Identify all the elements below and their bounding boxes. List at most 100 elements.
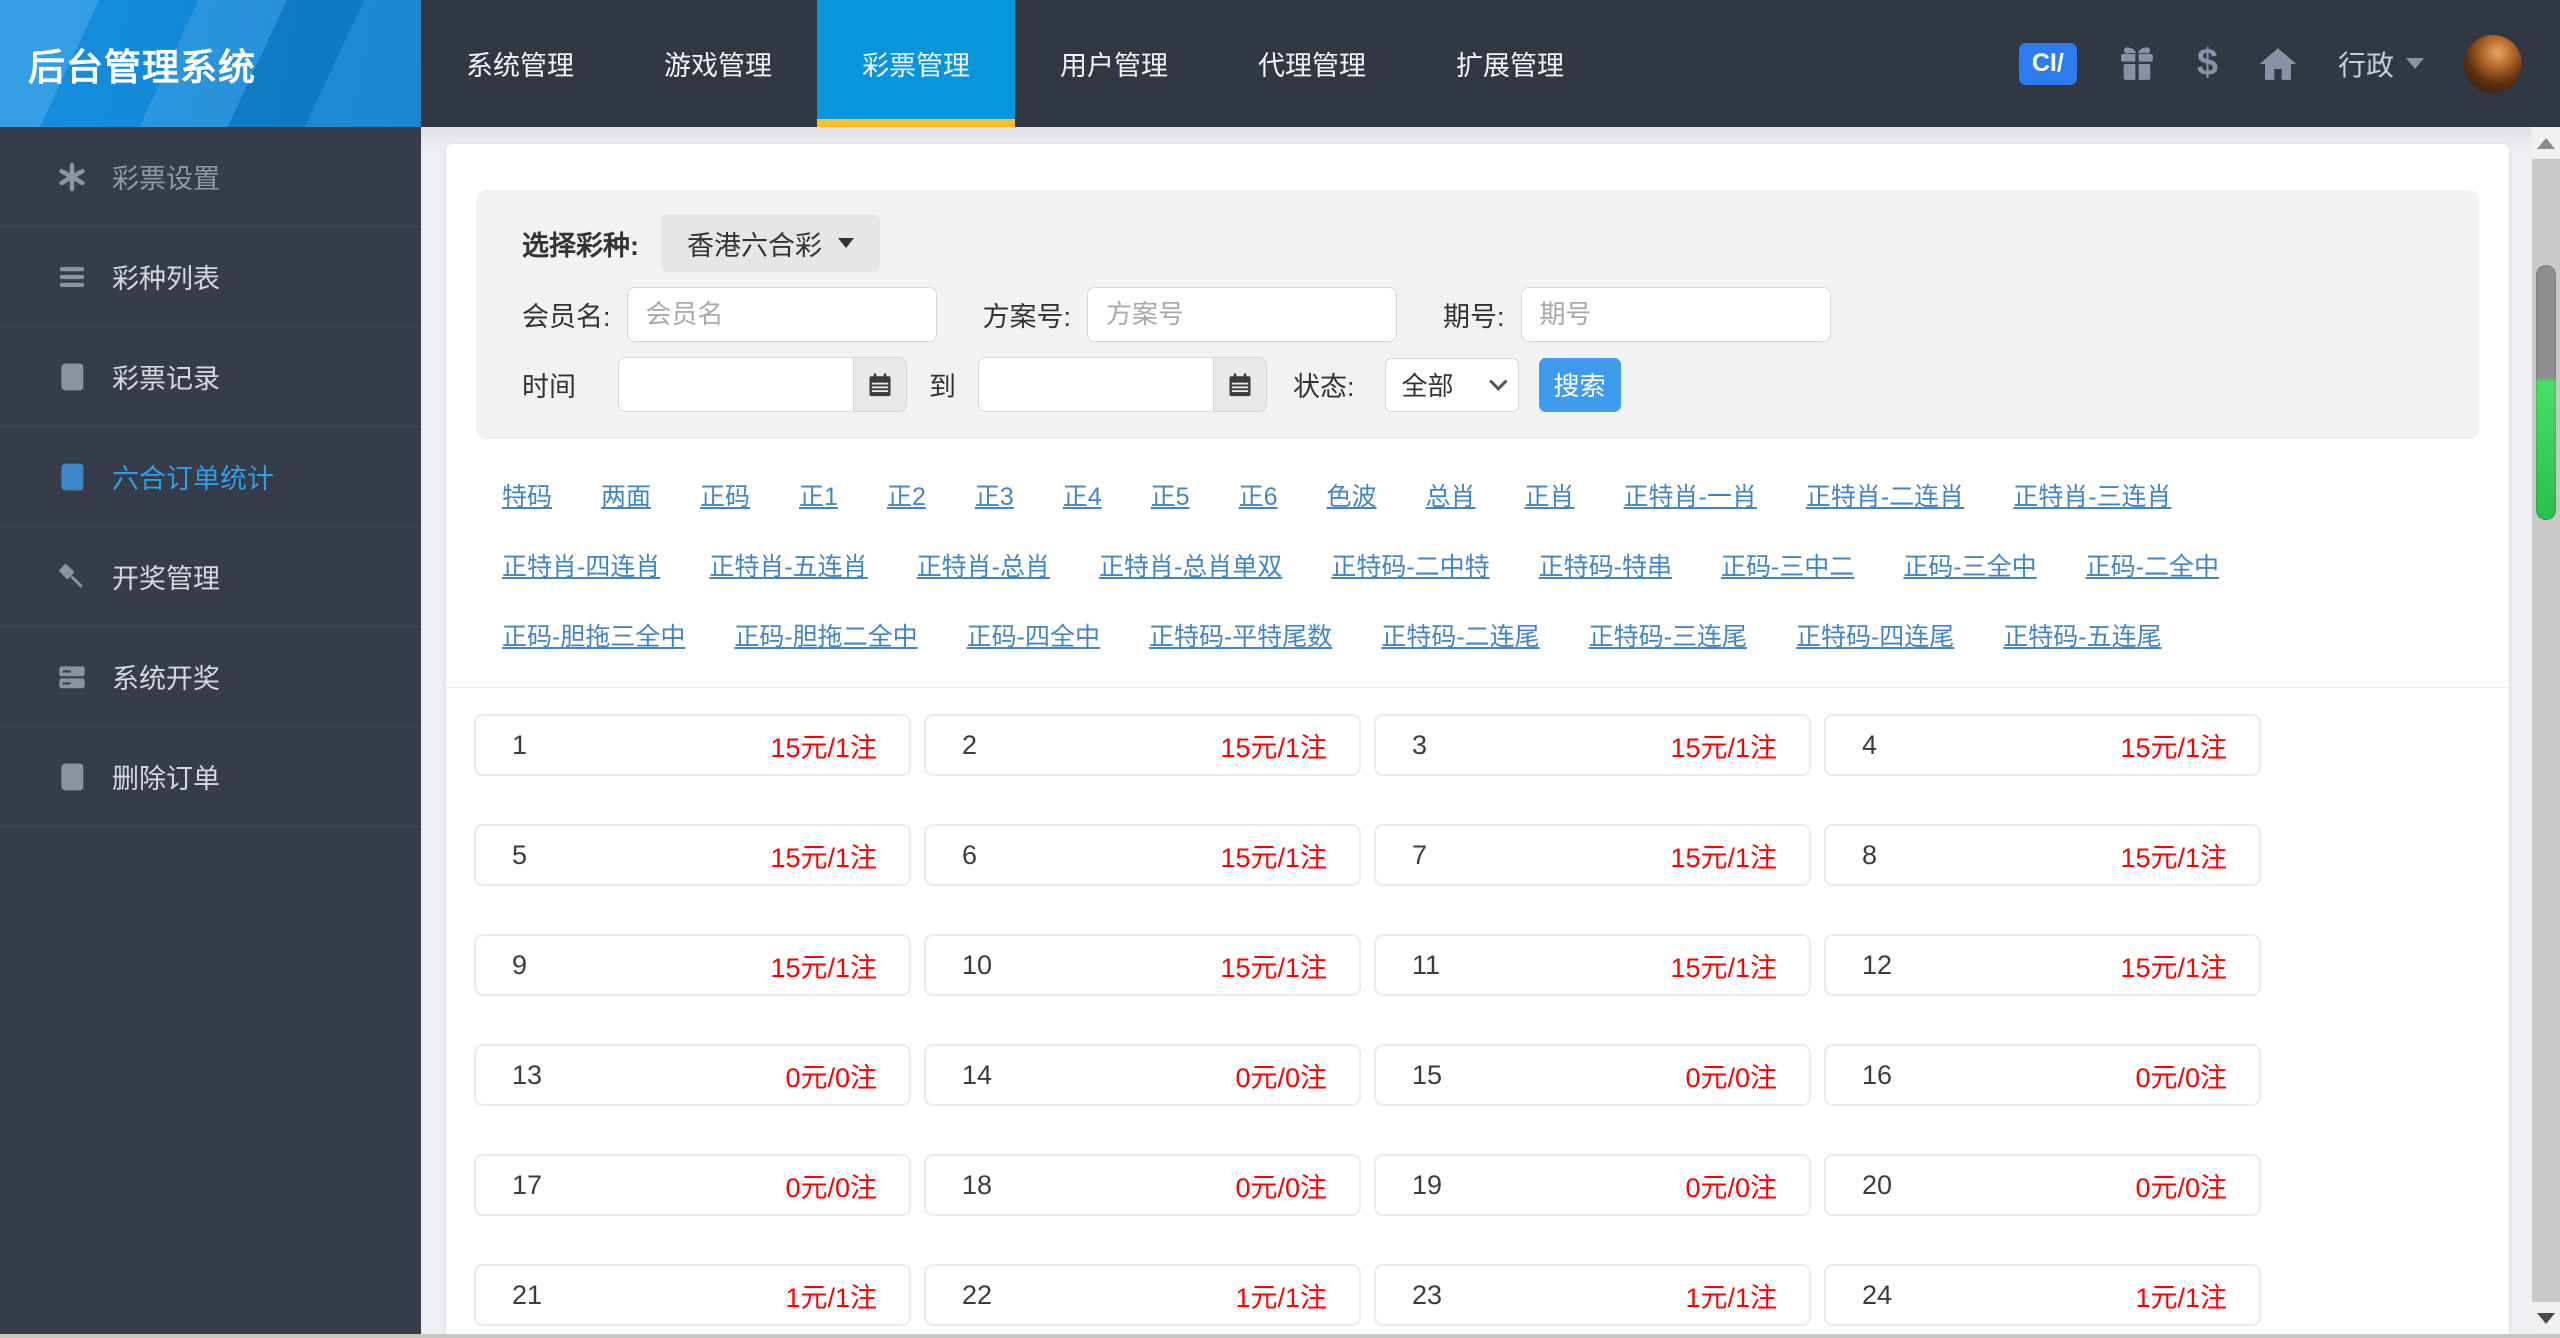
bet-number: 23 (1412, 1279, 1443, 1310)
dollar-icon[interactable]: $ (2197, 42, 2218, 85)
bet-number-cell: 8 15元/1注 (1824, 824, 2261, 886)
status-label: 状态: (1293, 372, 1355, 402)
bet-type-link[interactable]: 正特肖-五连肖 (709, 547, 867, 583)
bet-number: 14 (962, 1059, 993, 1090)
bet-type-link[interactable]: 正3 (975, 477, 1014, 513)
bet-number-cell: 4 15元/1注 (1824, 714, 2261, 776)
bet-type-tabs: 特码 两面 正码 正1 正2 正3 正4 正5 正6 色波 总肖 正肖 正特肖-一肖 正特肖-二连肖 正特肖… (502, 477, 2453, 653)
bet-number-cell: 6 15元/1注 (924, 824, 1361, 886)
sidebar-item[interactable]: 彩种列表 (0, 227, 421, 327)
scrollbar[interactable] (2531, 127, 2560, 1338)
nav-tab[interactable]: 扩展管理 (1411, 0, 1609, 127)
bet-number: 8 (1862, 839, 1878, 870)
status-select[interactable]: 全部 (1384, 357, 1519, 412)
sidebar-item[interactable]: 删除订单 (0, 727, 421, 827)
gift-icon[interactable] (2117, 44, 2157, 84)
bet-type-link[interactable]: 正码-四全中 (967, 617, 1100, 653)
user-menu[interactable]: 行政 (2338, 44, 2424, 84)
bet-number: 10 (962, 949, 993, 980)
scroll-thumb[interactable] (2536, 265, 2556, 520)
bet-type-link[interactable]: 正特码-五连尾 (2003, 617, 2161, 653)
end-date-calendar-button[interactable] (1214, 357, 1267, 412)
bet-number: 22 (962, 1279, 993, 1310)
bottom-edge (0, 1334, 2560, 1338)
lottery-select-label: 选择彩种: (522, 230, 639, 261)
search-button[interactable]: 搜索 (1538, 357, 1621, 412)
sidebar-item[interactable]: 彩票记录 (0, 327, 421, 427)
bet-type-link[interactable]: 色波 (1326, 477, 1376, 513)
lottery-select-button[interactable]: 香港六合彩 (661, 214, 880, 272)
bet-type-link[interactable]: 正码-三中二 (1721, 547, 1854, 583)
bet-type-link[interactable]: 正码-胆拖三全中 (502, 617, 685, 653)
sidebar-item-label: 系统开奖 (112, 664, 220, 694)
bet-type-link[interactable]: 正特码-三连尾 (1589, 617, 1747, 653)
bet-number: 4 (1862, 729, 1878, 760)
bet-type-link[interactable]: 正特肖-四连肖 (502, 547, 660, 583)
scroll-up-arrow[interactable] (2532, 127, 2560, 159)
bet-amount: 15元/1注 (1220, 842, 1327, 873)
bet-type-link[interactable]: 正特码-二中特 (1331, 547, 1489, 583)
bet-amount: 1元/1注 (2135, 1282, 2227, 1313)
bet-tab-row-2: 正特肖-四连肖 正特肖-五连肖 正特肖-总肖 正特肖-总肖单双 正特码-二中特 正特码-特… (502, 547, 2453, 583)
bet-type-link[interactable]: 正特码-平特尾数 (1149, 617, 1332, 653)
bet-type-link[interactable]: 正特肖-总肖 (917, 547, 1050, 583)
chevron-down-icon (1488, 372, 1508, 391)
bet-number: 17 (512, 1169, 543, 1200)
bet-type-link[interactable]: 正特肖-二连肖 (1806, 477, 1964, 513)
bet-type-link[interactable]: 正码-胆拖二全中 (734, 617, 917, 653)
bet-type-link[interactable]: 正肖 (1525, 477, 1575, 513)
bet-amount: 15元/1注 (1220, 732, 1327, 763)
start-date-input[interactable] (618, 357, 854, 412)
sidebar-item[interactable]: 彩票设置 (0, 127, 421, 227)
bet-type-link[interactable]: 正特肖-一肖 (1624, 477, 1757, 513)
bet-type-link[interactable]: 总肖 (1426, 477, 1476, 513)
bet-type-link[interactable]: 正特码-特串 (1539, 547, 1672, 583)
nav-tab[interactable]: 游戏管理 (619, 0, 817, 127)
list-icon (56, 261, 88, 293)
nav-tab[interactable]: 彩票管理 (817, 0, 1015, 127)
server-icon (56, 661, 88, 693)
bet-type-link[interactable]: 正1 (799, 477, 838, 513)
book-icon (56, 461, 88, 493)
member-name-input[interactable] (626, 287, 937, 342)
bet-type-link[interactable]: 正特码-二连尾 (1381, 617, 1539, 653)
bet-type-link[interactable]: 正特码-四连尾 (1796, 617, 1954, 653)
nav-tab[interactable]: 用户管理 (1015, 0, 1213, 127)
bet-type-link[interactable]: 正6 (1239, 477, 1278, 513)
bet-type-link[interactable]: 两面 (601, 477, 651, 513)
nav-tab[interactable]: 代理管理 (1213, 0, 1411, 127)
bet-type-link[interactable]: 正码-三全中 (1903, 547, 2036, 583)
avatar[interactable] (2464, 34, 2522, 93)
currency-badge[interactable]: CI/ (2018, 42, 2077, 85)
issue-number-input[interactable] (1520, 287, 1831, 342)
bet-type-link[interactable]: 正4 (1063, 477, 1102, 513)
bet-amount: 0元/0注 (1235, 1062, 1327, 1093)
sidebar-item[interactable]: 开奖管理 (0, 527, 421, 627)
bet-number: 7 (1412, 839, 1428, 870)
bet-number-cell: 24 1元/1注 (1824, 1264, 2261, 1326)
plan-number-input[interactable] (1087, 287, 1398, 342)
bet-number-cell: 11 15元/1注 (1374, 934, 1811, 996)
bet-type-link[interactable]: 正码 (700, 477, 750, 513)
end-date-input[interactable] (978, 357, 1214, 412)
scroll-down-arrow[interactable] (2532, 1302, 2560, 1334)
home-icon[interactable] (2258, 44, 2298, 84)
sidebar-item[interactable]: 系统开奖 (0, 627, 421, 727)
bet-type-link[interactable]: 正码-二全中 (2086, 547, 2219, 583)
nav-tab[interactable]: 系统管理 (421, 0, 619, 127)
bet-number-cell: 18 0元/0注 (924, 1154, 1361, 1216)
bet-number: 21 (512, 1279, 543, 1310)
bet-type-link[interactable]: 正2 (887, 477, 926, 513)
bet-type-link[interactable]: 特码 (502, 477, 552, 513)
bet-type-link[interactable]: 正特肖-总肖单双 (1099, 547, 1282, 583)
bet-type-link[interactable]: 正特肖-三连肖 (2013, 477, 2171, 513)
bet-amount: 1元/1注 (785, 1282, 877, 1313)
bet-type-link[interactable]: 正5 (1151, 477, 1190, 513)
bet-tab-row-3: 正码-胆拖三全中 正码-胆拖二全中 正码-四全中 正特码-平特尾数 正特码-二连尾 正特码… (502, 617, 2453, 653)
bet-amount: 15元/1注 (1670, 842, 1777, 873)
bet-number: 12 (1862, 949, 1893, 980)
bet-number-cell: 7 15元/1注 (1374, 824, 1811, 886)
start-date-calendar-button[interactable] (854, 357, 907, 412)
sidebar-item[interactable]: 六合订单统计 (0, 427, 421, 527)
asterisk-icon (56, 161, 88, 193)
